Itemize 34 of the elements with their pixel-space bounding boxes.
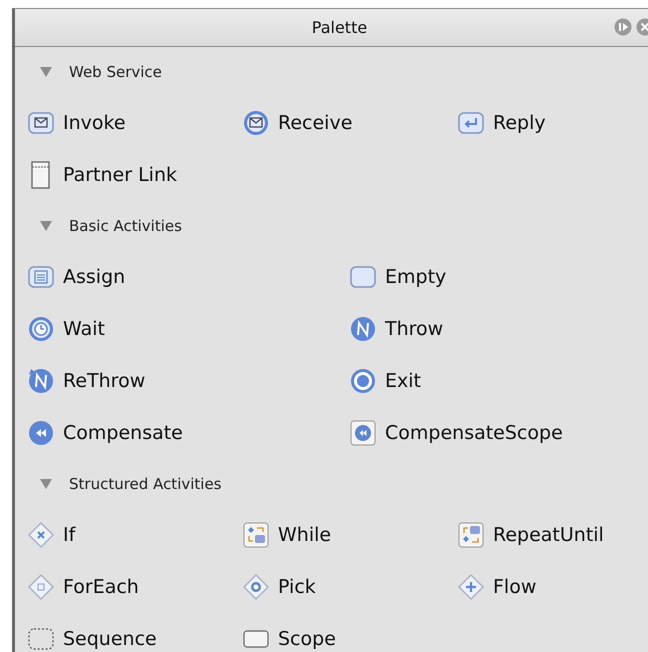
- palette-item[interactable]: Sequence: [27, 613, 242, 652]
- section-header[interactable]: Web Service: [15, 47, 648, 97]
- palette-item[interactable]: Pick: [242, 561, 457, 613]
- section-header[interactable]: Structured Activities: [15, 459, 648, 509]
- clock-icon: [27, 315, 55, 343]
- diamond-icon: [27, 573, 55, 601]
- palette-item[interactable]: Scope: [242, 613, 457, 652]
- diamond-icon: [27, 521, 55, 549]
- palette-item[interactable]: If: [27, 509, 242, 561]
- palette-item[interactable]: While: [242, 509, 457, 561]
- palette-item[interactable]: Exit: [349, 355, 648, 407]
- palette-item[interactable]: Wait: [27, 303, 349, 355]
- palette-item[interactable]: Throw: [349, 303, 648, 355]
- palette-item[interactable]: RepeatUntil: [457, 509, 648, 561]
- section-header[interactable]: Basic Activities: [15, 201, 648, 251]
- diamond-icon: [242, 573, 270, 601]
- rewind-icon: [349, 419, 377, 447]
- envelope-icon: [242, 109, 270, 137]
- palette-item[interactable]: Compensate: [27, 407, 349, 459]
- palette-item[interactable]: Invoke: [27, 97, 242, 149]
- palette-item[interactable]: Flow: [457, 561, 648, 613]
- palette-item[interactable]: Empty: [349, 251, 648, 303]
- palette-item[interactable]: Receive: [242, 97, 457, 149]
- target-icon: [349, 367, 377, 395]
- palette-item[interactable]: Reply: [457, 97, 648, 149]
- window-title: Palette: [312, 18, 368, 37]
- diamond-icon: [457, 573, 485, 601]
- palette-item[interactable]: Partner Link: [27, 149, 242, 201]
- palette-item[interactable]: ForEach: [27, 561, 242, 613]
- dock-icon[interactable]: [614, 18, 632, 36]
- palette-item[interactable]: ReThrow: [27, 355, 349, 407]
- rewind-icon: [27, 419, 55, 447]
- palette-item[interactable]: CompensateScope: [349, 407, 648, 459]
- palette-item[interactable]: Assign: [27, 251, 349, 303]
